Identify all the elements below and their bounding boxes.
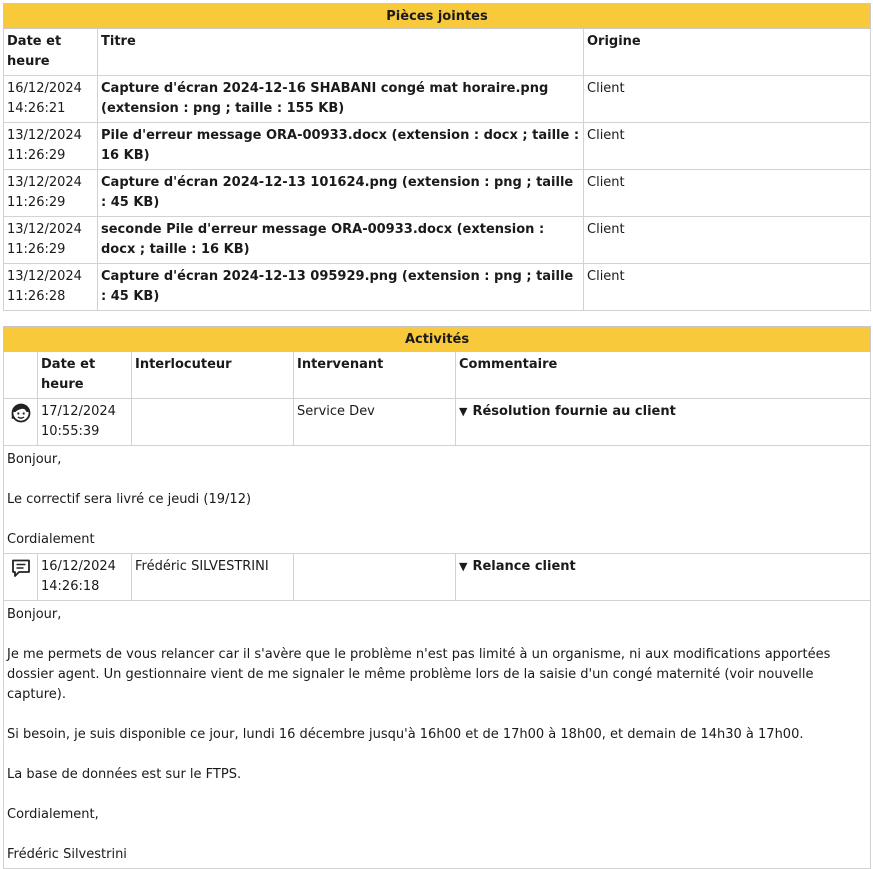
activity-agent — [293, 553, 456, 601]
attachment-row[interactable]: 13/12/2024 11:26:29 Capture d'écran 2024-… — [3, 169, 871, 217]
attachment-row[interactable]: 13/12/2024 11:26:29 Pile d'erreur message… — [3, 122, 871, 170]
attachment-origin: Client — [583, 169, 871, 217]
activity-subject-toggle[interactable]: ▼ Résolution fournie au client — [454, 398, 872, 446]
comment-line: Je me permets de vous relancer car il s'… — [7, 647, 831, 702]
column-header-agent: Intervenant — [293, 351, 456, 399]
attachment-row[interactable]: 13/12/2024 11:26:28 Capture d'écran 2024-… — [3, 263, 871, 311]
activity-time: 10:55:39 — [41, 424, 100, 439]
activity-type-cell — [3, 398, 38, 446]
column-header-comment: Commentaire — [454, 351, 872, 399]
comment-line: Le correctif sera livré ce jeudi (19/12) — [7, 492, 252, 507]
activity-date: 16/12/2024 — [41, 559, 116, 574]
activity-subject: Résolution fournie au client — [472, 404, 676, 419]
attachment-row[interactable]: 16/12/2024 14:26:21 Capture d'écran 2024-… — [3, 75, 871, 123]
attachment-date: 13/12/2024 — [7, 175, 82, 190]
activities-table: Activités Date et heure Interlocuteur In… — [2, 326, 872, 869]
activity-agent: Service Dev — [293, 398, 456, 446]
comment-line: La base de données est sur le FTPS. — [7, 767, 242, 782]
attachment-date: 16/12/2024 — [7, 81, 82, 96]
column-header-origin: Origine — [583, 28, 871, 76]
attachment-datetime: 13/12/2024 11:26:29 — [3, 216, 98, 264]
activity-row[interactable]: 16/12/2024 14:26:18 Frédéric SILVESTRINI … — [3, 553, 872, 601]
activity-comment-row: Bonjour, Le correctif sera livré ce jeud… — [2, 445, 872, 554]
attachment-origin: Client — [583, 216, 871, 264]
activity-date: 17/12/2024 — [41, 404, 116, 419]
attachment-time: 11:26:29 — [7, 148, 66, 163]
activity-datetime: 16/12/2024 14:26:18 — [37, 553, 132, 601]
column-header-date: Date et heure — [37, 351, 132, 399]
comment-line: Bonjour, — [7, 607, 62, 622]
attachment-datetime: 13/12/2024 11:26:28 — [3, 263, 98, 311]
attachment-title-link[interactable]: Capture d'écran 2024-12-13 101624.png (e… — [97, 169, 584, 217]
attachment-origin: Client — [583, 75, 871, 123]
attachment-origin: Client — [583, 122, 871, 170]
attachment-title-link[interactable]: Capture d'écran 2024-12-16 SHABANI congé… — [97, 75, 584, 123]
activity-subject: Relance client — [472, 559, 576, 574]
support-agent-icon — [10, 403, 32, 428]
activity-time: 14:26:18 — [41, 579, 100, 594]
attachment-title-link[interactable]: seconde Pile d'erreur message ORA-00933.… — [97, 216, 584, 264]
attachment-date: 13/12/2024 — [7, 269, 82, 284]
comment-line: Cordialement — [7, 532, 95, 547]
comment-line: Cordialement, — [7, 807, 99, 822]
attachment-title-link[interactable]: Pile d'erreur message ORA-00933.docx (ex… — [97, 122, 584, 170]
activity-interlocutor: Frédéric SILVESTRINI — [131, 553, 294, 601]
activity-subject-toggle[interactable]: ▼ Relance client — [454, 553, 872, 601]
activity-type-cell — [3, 553, 38, 601]
activity-comment-row: Bonjour, Je me permets de vous relancer … — [2, 600, 872, 869]
attachments-header-row: Date et heure Titre Origine — [3, 28, 871, 76]
attachment-time: 14:26:21 — [7, 101, 66, 116]
attachment-row[interactable]: 13/12/2024 11:26:29 seconde Pile d'erreur… — [3, 216, 871, 264]
attachment-time: 11:26:29 — [7, 195, 66, 210]
column-header-date: Date et heure — [3, 28, 98, 76]
comment-line: Frédéric Silvestrini — [7, 847, 127, 862]
attachment-date: 13/12/2024 — [7, 222, 82, 237]
attachment-time: 11:26:29 — [7, 242, 66, 257]
column-header-icon — [3, 351, 38, 399]
activity-interlocutor — [131, 398, 294, 446]
activity-row[interactable]: 17/12/2024 10:55:39 Service Dev ▼ Résoluti… — [3, 398, 872, 446]
attachment-origin: Client — [583, 263, 871, 311]
activities-title: Activités — [2, 326, 872, 352]
activities-panel: Activités Date et heure Interlocuteur In… — [2, 326, 872, 869]
activity-comment-body: Bonjour, Je me permets de vous relancer … — [2, 600, 872, 869]
column-header-title: Titre — [97, 28, 584, 76]
attachments-title: Pièces jointes — [3, 3, 871, 29]
attachment-time: 11:26:28 — [7, 289, 66, 304]
attachment-title-link[interactable]: Capture d'écran 2024-12-13 095929.png (e… — [97, 263, 584, 311]
activities-header-row: Date et heure Interlocuteur Intervenant … — [3, 351, 872, 399]
attachment-datetime: 16/12/2024 14:26:21 — [3, 75, 98, 123]
attachment-datetime: 13/12/2024 11:26:29 — [3, 122, 98, 170]
attachments-table: Pièces jointes Date et heure Titre Origi… — [3, 3, 871, 311]
activity-comment-body: Bonjour, Le correctif sera livré ce jeud… — [2, 445, 872, 554]
triangle-down-icon[interactable]: ▼ — [459, 560, 467, 573]
activity-datetime: 17/12/2024 10:55:39 — [37, 398, 132, 446]
column-header-interlocutor: Interlocuteur — [131, 351, 294, 399]
attachments-panel: Pièces jointes Date et heure Titre Origi… — [3, 3, 871, 311]
attachment-date: 13/12/2024 — [7, 128, 82, 143]
comment-line: Si besoin, je suis disponible ce jour, l… — [7, 727, 804, 742]
triangle-down-icon[interactable]: ▼ — [459, 405, 467, 418]
message-icon — [10, 559, 32, 583]
comment-line: Bonjour, — [7, 452, 62, 467]
attachment-datetime: 13/12/2024 11:26:29 — [3, 169, 98, 217]
